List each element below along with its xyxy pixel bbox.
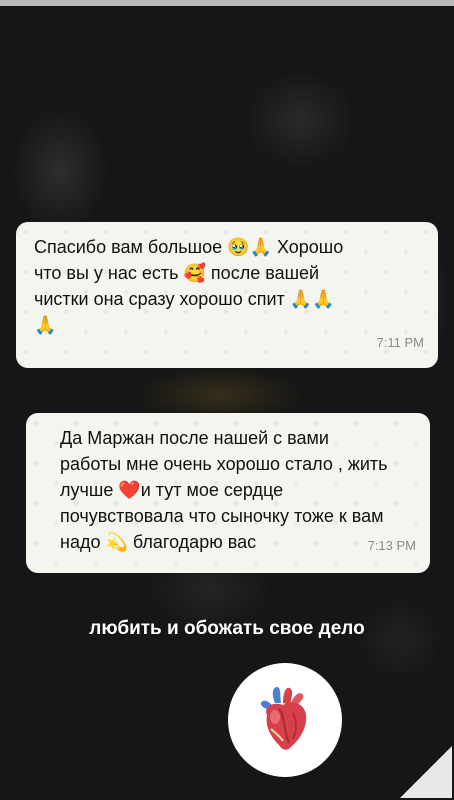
message-bubble-2: Да Маржан после нашей с вами работы мне … [26, 413, 430, 573]
story-progress-bar [0, 0, 454, 6]
message-text-2: Да Маржан после нашей с вами работы мне … [60, 428, 388, 552]
message-time-2: 7:13 PM [367, 538, 416, 553]
message-bubble-1: Спасибо вам большое 🥹🙏 Хорошо что вы у н… [16, 222, 438, 368]
message-time-1: 7:11 PM [376, 335, 424, 350]
message-text-1: Спасибо вам большое 🥹🙏 Хорошо что вы у н… [34, 237, 344, 335]
story-background [0, 0, 454, 800]
story-caption: любить и обожать свое дело [89, 618, 365, 639]
heart-sticker[interactable] [228, 663, 342, 777]
page-curl-fold [400, 746, 452, 798]
anatomical-heart-icon [260, 687, 307, 750]
